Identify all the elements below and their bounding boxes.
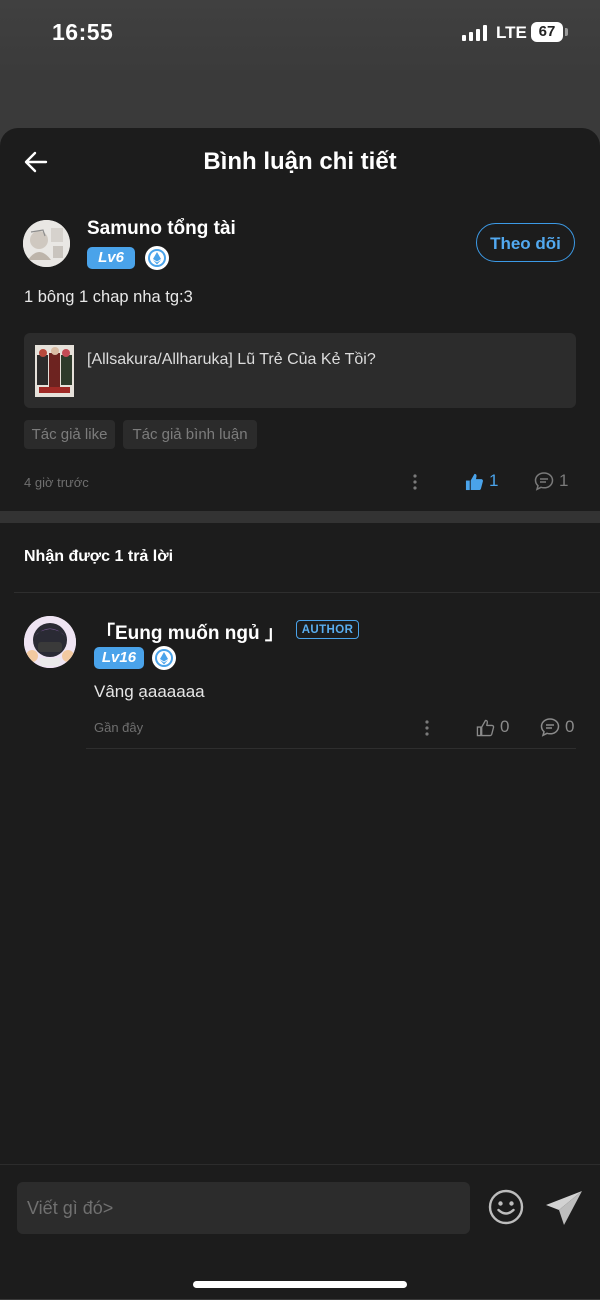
like-button[interactable]: 0	[476, 717, 509, 737]
tag-author-like: Tác giả like	[24, 420, 115, 449]
reply-count: 1	[559, 471, 569, 490]
thumbs-up-icon	[465, 473, 483, 490]
avatar[interactable]	[24, 616, 76, 668]
send-icon[interactable]	[544, 1188, 584, 1228]
reply-button[interactable]: 0	[540, 717, 574, 737]
follow-button[interactable]: Theo dõi	[476, 223, 575, 262]
network-type: LTE	[496, 23, 527, 42]
section-divider	[0, 511, 600, 523]
tag-author-comment: Tác giả bình luận	[123, 420, 257, 449]
home-indicator	[193, 1281, 407, 1288]
level-badge: Lv16	[94, 647, 144, 669]
book-title: [Allsakura/Allharuka] Lũ Trẻ Của Kẻ Tồi?	[87, 351, 376, 368]
comment-username[interactable]: Samuno tổng tài	[87, 218, 236, 240]
divider	[86, 748, 576, 749]
reply-button[interactable]: 1	[534, 471, 568, 491]
reply-time: Gần đây	[94, 720, 144, 735]
comment-input-bar	[0, 1164, 600, 1300]
status-time: 16:55	[52, 19, 114, 45]
author-badge: AUTHOR	[296, 620, 359, 639]
like-count: 0	[500, 717, 510, 736]
header: Bình luận chi tiết	[0, 128, 600, 198]
signal-icon	[462, 25, 488, 41]
comment-detail-sheet: Bình luận chi tiết Samuno tổng tài Lv6 T…	[0, 128, 600, 1299]
like-count: 1	[489, 471, 499, 490]
book-cover-image	[35, 345, 74, 397]
level-badge: Lv6	[87, 247, 135, 269]
reply-text: Vâng ạaaaaaa	[94, 682, 205, 701]
more-options-icon[interactable]	[424, 718, 430, 738]
status-bar: 16:55 LTE 67	[0, 0, 600, 70]
medal-icon	[145, 246, 169, 270]
comment-icon	[540, 718, 560, 737]
replies-heading: Nhận được 1 trả lời	[24, 548, 174, 565]
more-options-icon[interactable]	[412, 472, 418, 492]
medal-icon	[152, 646, 176, 670]
emoji-icon[interactable]	[487, 1188, 525, 1226]
avatar[interactable]	[23, 220, 70, 267]
page-title: Bình luận chi tiết	[203, 148, 397, 175]
comment-input[interactable]	[17, 1182, 470, 1234]
battery-icon: 67	[531, 22, 568, 42]
thumbs-up-icon	[476, 719, 495, 736]
book-card[interactable]: [Allsakura/Allharuka] Lũ Trẻ Của Kẻ Tồi?	[24, 333, 576, 408]
comment-text: 1 bông 1 chap nha tg:3	[24, 288, 193, 306]
like-button[interactable]: 1	[465, 471, 498, 491]
comment-icon	[534, 472, 554, 491]
reply-count: 0	[565, 717, 575, 736]
comment-time: 4 giờ trước	[24, 475, 89, 490]
divider	[14, 592, 600, 593]
reply-username[interactable]: 「Eung muốn ngủ 」	[96, 618, 284, 645]
